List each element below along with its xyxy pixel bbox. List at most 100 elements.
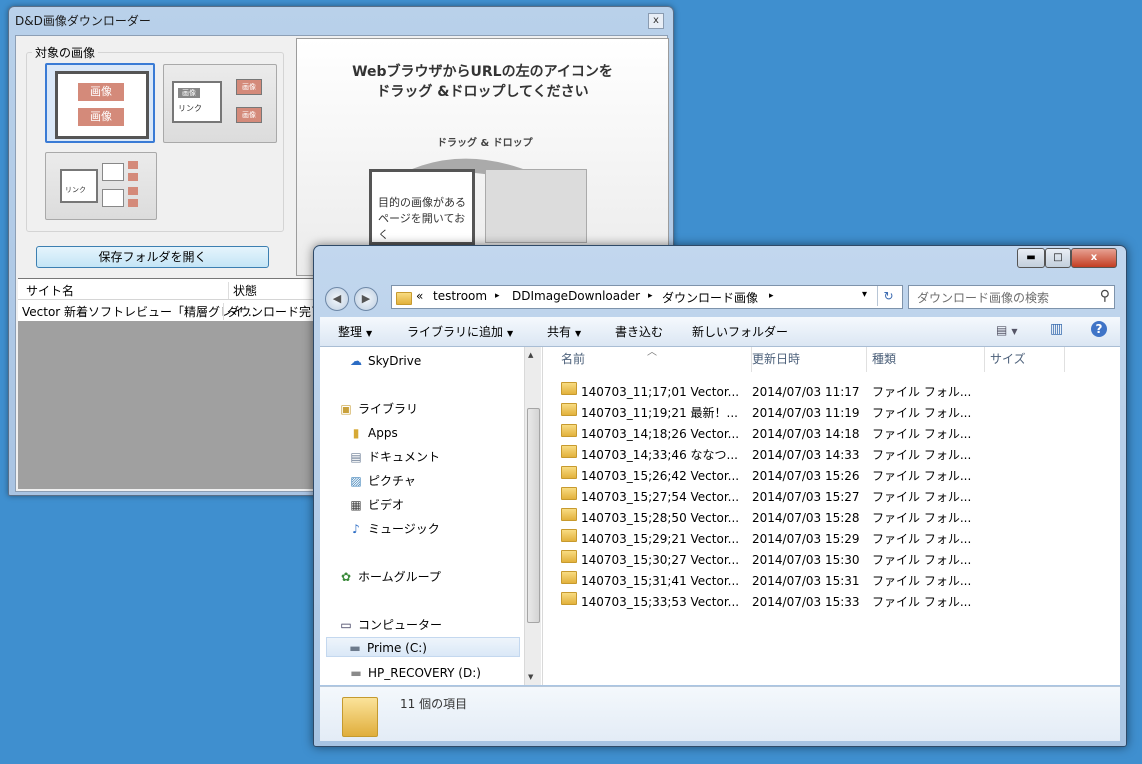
picture-icon: ▨ — [350, 474, 362, 488]
file-name: 140703_15;26;42 Vector... — [581, 469, 740, 483]
mode-deep-link-option[interactable]: リンク — [45, 152, 157, 220]
navigation-pane: ☁ SkyDrive ▣ ライブラリ ▮ Apps ▤ ドキュメント ▨ ピクチャ ▦ ビデ… — [320, 347, 543, 685]
maximize-button[interactable]: □ — [1045, 248, 1071, 268]
image-tile: 画像 — [78, 108, 124, 126]
file-type: ファイル フォル... — [872, 469, 972, 483]
breadcrumb-testroom[interactable]: testroom — [433, 289, 487, 303]
forward-button[interactable]: ▶ — [354, 287, 378, 311]
minimize-button[interactable]: ▬ — [1017, 248, 1045, 268]
library-icon: ▣ — [340, 402, 352, 416]
preview-pane-icon[interactable]: ▥ — [1050, 321, 1063, 337]
breadcrumb-separator[interactable]: ▸ — [648, 291, 653, 301]
page-graphic — [102, 189, 124, 207]
file-type: ファイル フォル... — [872, 448, 972, 462]
nav-item-videos[interactable]: ▦ ビデオ — [348, 495, 404, 515]
column-type[interactable]: 種類 — [866, 347, 985, 372]
link-label: リンク — [178, 104, 202, 113]
row-site: Vector 新着ソフトレビュー「精層グレイ... — [22, 305, 256, 319]
file-type: ファイル フォル... — [872, 532, 972, 546]
file-type: ファイル フォル... — [872, 427, 972, 441]
search-input[interactable]: ダウンロード画像の検索 ⚲ — [908, 285, 1115, 309]
nav-item-libraries[interactable]: ▣ ライブラリ — [338, 399, 418, 419]
source-page-graphic: 目的の画像がある ページを開いておく — [369, 169, 475, 245]
music-icon: ♪ — [352, 522, 360, 536]
nav-item-drive-d[interactable]: ▬ HP_RECOVERY (D:) — [348, 663, 481, 683]
file-row[interactable]: 140703_15;30;27 Vector... 2014/07/03 15:3… — [561, 550, 1121, 571]
image-tile: 画像 — [236, 107, 262, 123]
cloud-icon: ☁ — [350, 354, 362, 368]
overflow-chevron[interactable]: « — [416, 289, 423, 303]
column-date-modified[interactable]: 更新日時 — [746, 347, 867, 372]
target-image-group: 画像 画像 画像 リンク 画像 画像 リンク — [26, 52, 284, 232]
nav-scrollbar[interactable]: ▲ ▼ — [524, 347, 541, 685]
back-button[interactable]: ◀ — [325, 287, 349, 311]
image-tile: 画像 — [178, 88, 200, 98]
file-name: 140703_15;30;27 Vector... — [581, 553, 740, 567]
file-row[interactable]: 140703_15;33;53 Vector... 2014/07/03 15:3… — [561, 592, 1121, 613]
file-type: ファイル フォル... — [872, 406, 972, 420]
sort-indicator: ︿ — [647, 347, 657, 358]
drop-target-panel[interactable]: WebブラウザからURLの左のアイコンを ドラッグ &ドロップしてください ドラ… — [296, 38, 669, 276]
file-date: 2014/07/03 14:33 — [752, 448, 860, 462]
file-row[interactable]: 140703_15;28;50 Vector... 2014/07/03 15:2… — [561, 508, 1121, 529]
nav-item-computer[interactable]: ▭ コンピューター — [338, 615, 442, 635]
add-to-library-button[interactable]: ライブラリに追加 ▼ — [407, 323, 513, 340]
row-status: ダウンロード完了 — [223, 303, 323, 320]
nav-item-homegroup[interactable]: ✿ ホームグループ — [338, 567, 441, 587]
file-type: ファイル フォル... — [872, 511, 972, 525]
burn-button[interactable]: 書き込む — [615, 323, 663, 340]
refresh-button[interactable]: ↻ — [877, 286, 899, 306]
nav-item-skydrive[interactable]: ☁ SkyDrive — [348, 351, 421, 371]
address-dropdown[interactable]: ▾ — [862, 289, 867, 300]
nav-item-music[interactable]: ♪ ミュージック — [348, 519, 440, 539]
breadcrumb-ddimagedownloader[interactable]: DDImageDownloader — [512, 289, 640, 303]
column-size[interactable]: サイズ — [984, 347, 1065, 372]
nav-item-documents[interactable]: ▤ ドキュメント — [348, 447, 440, 467]
search-icon[interactable]: ⚲ — [1100, 288, 1110, 304]
scroll-up-arrow[interactable]: ▲ — [528, 351, 533, 359]
breadcrumb-separator[interactable]: ▸ — [495, 291, 500, 301]
file-date: 2014/07/03 15:33 — [752, 595, 860, 609]
mode-image-only-option[interactable]: 画像 画像 — [45, 63, 155, 143]
file-type: ファイル フォル... — [872, 490, 972, 504]
file-row[interactable]: 140703_11;17;01 Vector... 2014/07/03 11:1… — [561, 382, 1121, 403]
file-date: 2014/07/03 15:26 — [752, 469, 860, 483]
nav-item-drive-c[interactable]: ▬ Prime (C:) — [326, 637, 520, 657]
image-tile — [128, 161, 138, 169]
file-date: 2014/07/03 11:19 — [752, 406, 860, 420]
file-name: 140703_11;17;01 Vector... — [581, 385, 740, 399]
browser-frame-graphic: 画像 リンク — [172, 81, 222, 123]
file-row[interactable]: 140703_15;29;21 Vector... 2014/07/03 15:2… — [561, 529, 1121, 550]
address-bar[interactable]: « testroom ▸ DDImageDownloader ▸ ダウンロード画… — [391, 285, 903, 309]
file-date: 2014/07/03 15:29 — [752, 532, 860, 546]
scroll-thumb[interactable] — [527, 408, 540, 623]
share-button[interactable]: 共有 ▼ — [547, 323, 581, 340]
downloader-close-button[interactable]: x — [648, 13, 664, 29]
nav-item-pictures[interactable]: ▨ ピクチャ — [348, 471, 416, 491]
view-options-icon[interactable]: ▤ ▼ — [996, 323, 1018, 337]
breadcrumb-separator[interactable]: ▸ — [769, 291, 774, 301]
file-row[interactable]: 140703_15;26;42 Vector... 2014/07/03 15:2… — [561, 466, 1121, 487]
mode-linked-image-option[interactable]: 画像 リンク 画像 画像 — [163, 64, 277, 143]
organize-button[interactable]: 整理 ▼ — [338, 323, 372, 340]
new-folder-button[interactable]: 新しいフォルダー — [692, 323, 788, 340]
column-status[interactable]: 状態 — [228, 282, 257, 299]
image-tile — [128, 199, 138, 207]
help-icon[interactable]: ? — [1091, 321, 1107, 337]
file-row[interactable]: 140703_14;18;26 Vector... 2014/07/03 14:1… — [561, 424, 1121, 445]
nav-item-apps[interactable]: ▮ Apps — [348, 423, 398, 443]
file-list[interactable]: 名前 ︿ 更新日時 種類 サイズ 140703_11;17;01 Vector.… — [543, 347, 1120, 685]
breadcrumb-download-images[interactable]: ダウンロード画像 — [662, 289, 758, 306]
file-date: 2014/07/03 15:30 — [752, 553, 860, 567]
file-row[interactable]: 140703_15;31;41 Vector... 2014/07/03 15:3… — [561, 571, 1121, 592]
column-site-name[interactable]: サイト名 — [26, 282, 74, 299]
close-button[interactable]: x — [1071, 248, 1117, 268]
file-row[interactable]: 140703_11;19;21 最新！... 2014/07/03 11:19 ファ… — [561, 403, 1121, 424]
folder-icon — [342, 697, 378, 737]
scroll-down-arrow[interactable]: ▼ — [528, 673, 533, 681]
open-save-folder-button[interactable]: 保存フォルダを開く — [36, 246, 269, 268]
file-type: ファイル フォル... — [872, 385, 972, 399]
file-date: 2014/07/03 15:28 — [752, 511, 860, 525]
file-row[interactable]: 140703_15;27;54 Vector... 2014/07/03 15:2… — [561, 487, 1121, 508]
file-row[interactable]: 140703_14;33;46 ななつ... 2014/07/03 14:33 ファ… — [561, 445, 1121, 466]
